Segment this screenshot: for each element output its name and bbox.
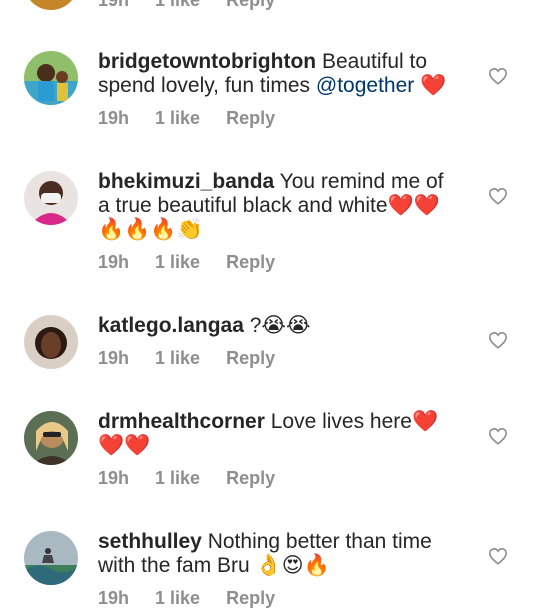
reply-button[interactable]: Reply [226, 0, 275, 11]
comment-text: bhekimuzi_banda You remind me of a true … [98, 170, 458, 242]
comment-text: drmhealthcorner Love lives here❤️❤️❤️ [98, 410, 458, 458]
comment-emojis: 😭😭 [261, 314, 311, 337]
comment-time: 19h [98, 348, 130, 368]
heart-outline-icon[interactable] [488, 547, 508, 565]
comment-partial-top: 19h 1 like Reply [0, 0, 540, 14]
comment-meta: 19h 1 like Reply [98, 108, 275, 129]
mention-link[interactable]: @together [316, 74, 414, 97]
comment-meta: 19h 1 like Reply [98, 468, 275, 489]
avatar[interactable] [24, 51, 78, 105]
comment-time: 19h [98, 252, 130, 272]
avatar[interactable] [24, 0, 78, 10]
comment-username[interactable]: sethhulley [98, 530, 202, 553]
comment-time: 19h [98, 0, 130, 10]
avatar[interactable] [24, 171, 78, 225]
comment-time: 19h [98, 468, 130, 488]
comment-meta: 19h 1 like Reply [98, 0, 275, 11]
comment-emojis: 👌😍🔥 [255, 554, 330, 577]
reply-button[interactable]: Reply [226, 252, 275, 273]
comment-text: sethhulley Nothing better than time with… [98, 530, 458, 578]
comment-likes[interactable]: 1 like [155, 348, 200, 369]
heart-outline-icon[interactable] [488, 67, 508, 85]
comment-username[interactable]: katlego.langaa [98, 314, 244, 337]
comment-username[interactable]: bridgetowntobrighton [98, 50, 316, 73]
comment-time: 19h [98, 588, 130, 608]
comment-likes[interactable]: 1 like [155, 108, 200, 129]
comment-username[interactable]: drmhealthcorner [98, 410, 265, 433]
avatar[interactable] [24, 531, 78, 585]
comment-likes[interactable]: 1 like [155, 468, 200, 489]
heart-outline-icon[interactable] [488, 331, 508, 349]
comment-body: Love lives here [264, 410, 412, 433]
comment-username[interactable]: bhekimuzi_banda [98, 170, 274, 193]
comment-meta: 19h 1 like Reply [98, 588, 275, 609]
comment-time: 19h [98, 108, 130, 128]
reply-button[interactable]: Reply [226, 108, 275, 129]
heart-outline-icon[interactable] [488, 187, 508, 205]
comment-emojis: ❤️ [414, 74, 447, 97]
avatar[interactable] [24, 411, 78, 465]
reply-button[interactable]: Reply [226, 588, 275, 609]
reply-button[interactable]: Reply [226, 468, 275, 489]
comment-text: katlego.langaa ?😭😭 [98, 314, 458, 338]
comment-likes[interactable]: 1 like [155, 252, 200, 273]
comment-likes[interactable]: 1 like [155, 588, 200, 609]
comment-likes[interactable]: 1 like [155, 0, 200, 11]
comment-meta: 19h 1 like Reply [98, 348, 275, 369]
comment-text: bridgetowntobrighton Beautiful to spend … [98, 50, 458, 98]
comment-meta: 19h 1 like Reply [98, 252, 275, 273]
comment-body: ? [243, 314, 262, 337]
heart-outline-icon[interactable] [488, 427, 508, 445]
reply-button[interactable]: Reply [226, 348, 275, 369]
avatar[interactable] [24, 315, 78, 369]
